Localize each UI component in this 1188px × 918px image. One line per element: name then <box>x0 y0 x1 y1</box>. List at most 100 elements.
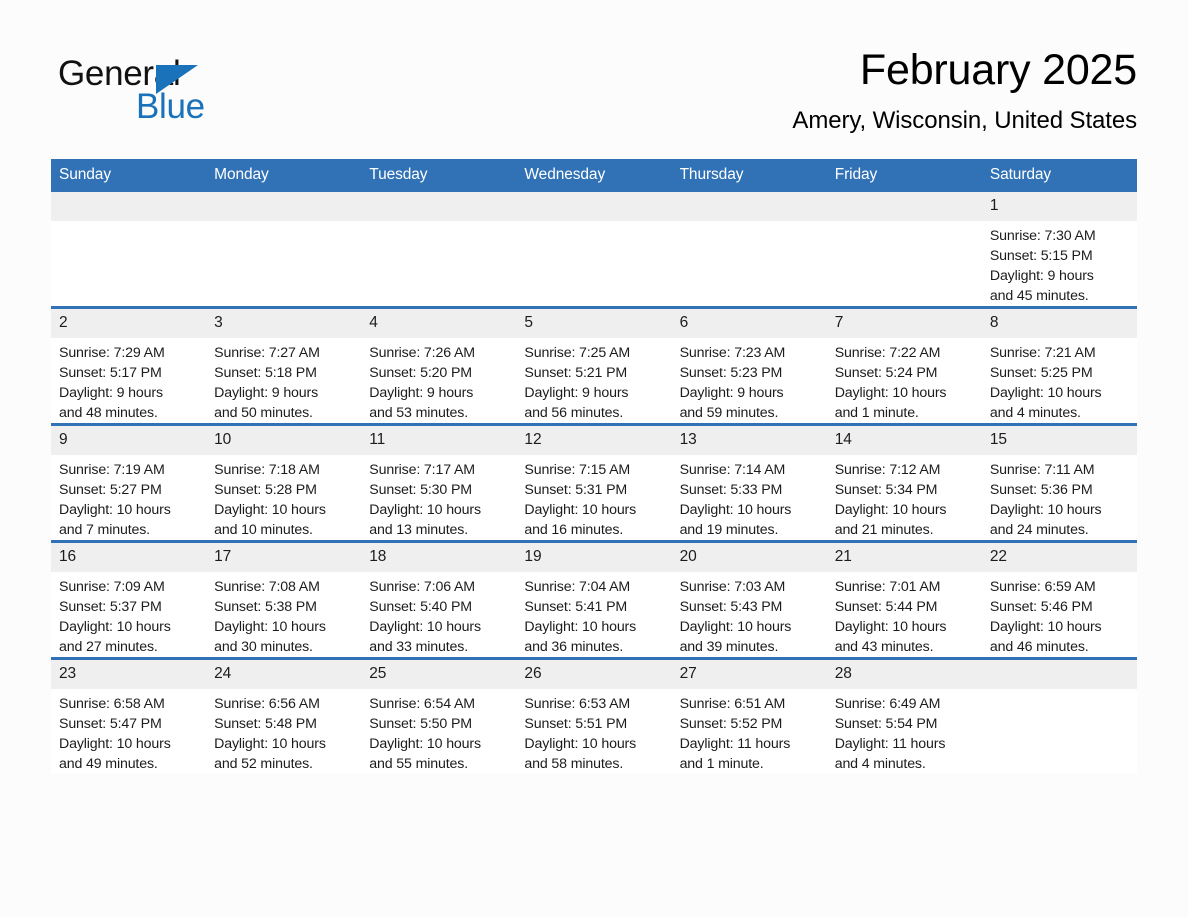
day-details: Sunrise: 7:22 AM Sunset: 5:24 PM Dayligh… <box>827 338 982 423</box>
sunset-text: Sunset: 5:41 PM <box>524 599 628 615</box>
day-cell[interactable]: 15 Sunrise: 7:11 AM Sunset: 5:36 PM Dayl… <box>981 423 1137 542</box>
sunrise-text: Sunrise: 7:08 AM <box>214 579 320 595</box>
day-number: 14 <box>826 426 982 455</box>
daylight-text: Daylight: 10 hours <box>834 619 947 635</box>
daylight-text-cont: and 36 minutes. <box>524 639 624 655</box>
day-number: 18 <box>361 543 517 572</box>
day-number: 16 <box>51 543 207 572</box>
sunrise-text: Sunrise: 7:27 AM <box>214 345 320 361</box>
daylight-text: Daylight: 10 hours <box>989 619 1102 635</box>
day-cell[interactable]: 17 Sunrise: 7:08 AM Sunset: 5:38 PM Dayl… <box>206 540 362 659</box>
day-cell[interactable] <box>51 192 207 308</box>
day-cell[interactable]: 26 Sunrise: 6:53 AM Sunset: 5:51 PM Dayl… <box>516 657 672 774</box>
day-cell[interactable]: 1 Sunrise: 7:30 AM Sunset: 5:15 PM Dayli… <box>981 192 1137 308</box>
day-cell[interactable]: 14 Sunrise: 7:12 AM Sunset: 5:34 PM Dayl… <box>826 423 982 542</box>
daylight-text-cont: and 21 minutes. <box>834 522 934 538</box>
daylight-text-cont: and 1 minute. <box>834 405 919 421</box>
sunset-text: Sunset: 5:38 PM <box>214 599 317 615</box>
day-cell[interactable]: 25 Sunrise: 6:54 AM Sunset: 5:50 PM Dayl… <box>361 657 517 774</box>
day-cell[interactable]: 7 Sunrise: 7:22 AM Sunset: 5:24 PM Dayli… <box>826 306 982 425</box>
weekday-header-sunday: Sunday <box>51 159 207 192</box>
sunset-text: Sunset: 5:23 PM <box>679 365 783 381</box>
day-cell[interactable]: 28 Sunrise: 6:49 AM Sunset: 5:54 PM Dayl… <box>826 657 982 774</box>
daylight-text-cont: and 7 minutes. <box>59 522 150 538</box>
daylight-text: Daylight: 10 hours <box>369 619 481 635</box>
day-number: 3 <box>206 309 362 338</box>
day-details: Sunrise: 7:25 AM Sunset: 5:21 PM Dayligh… <box>516 338 671 423</box>
day-details: Sunrise: 7:06 AM Sunset: 5:40 PM Dayligh… <box>361 572 516 657</box>
day-number <box>516 192 672 221</box>
daylight-text: Daylight: 10 hours <box>214 502 326 518</box>
daylight-text-cont: and 33 minutes. <box>369 639 468 655</box>
day-cell[interactable]: 2 Sunrise: 7:29 AM Sunset: 5:17 PM Dayli… <box>51 306 207 425</box>
daylight-text: Daylight: 10 hours <box>679 619 792 635</box>
sunset-text: Sunset: 5:36 PM <box>989 482 1093 498</box>
day-cell[interactable]: 5 Sunrise: 7:25 AM Sunset: 5:21 PM Dayli… <box>516 306 672 425</box>
day-cell[interactable]: 8 Sunrise: 7:21 AM Sunset: 5:25 PM Dayli… <box>981 306 1137 425</box>
weekday-header-saturday: Saturday <box>981 159 1137 192</box>
daylight-text-cont: and 1 minute. <box>679 756 764 772</box>
day-cell[interactable]: 4 Sunrise: 7:26 AM Sunset: 5:20 PM Dayli… <box>361 306 517 425</box>
daylight-text-cont: and 43 minutes. <box>834 639 934 655</box>
sunrise-text: Sunrise: 7:06 AM <box>369 579 475 595</box>
day-details: Sunrise: 7:27 AM Sunset: 5:18 PM Dayligh… <box>206 338 361 423</box>
day-number: 8 <box>981 309 1137 338</box>
day-details <box>361 221 516 226</box>
day-cell[interactable]: 11 Sunrise: 7:17 AM Sunset: 5:30 PM Dayl… <box>361 423 517 542</box>
sunrise-text: Sunrise: 7:12 AM <box>834 462 941 478</box>
day-number: 10 <box>206 426 362 455</box>
day-details: Sunrise: 7:26 AM Sunset: 5:20 PM Dayligh… <box>361 338 516 423</box>
day-cell[interactable]: 18 Sunrise: 7:06 AM Sunset: 5:40 PM Dayl… <box>361 540 517 659</box>
sunset-text: Sunset: 5:25 PM <box>989 365 1093 381</box>
day-cell[interactable] <box>671 192 827 308</box>
day-cell[interactable]: 19 Sunrise: 7:04 AM Sunset: 5:41 PM Dayl… <box>516 540 672 659</box>
sunrise-text: Sunrise: 6:51 AM <box>679 696 786 712</box>
day-cell[interactable]: 27 Sunrise: 6:51 AM Sunset: 5:52 PM Dayl… <box>671 657 827 774</box>
sunrise-text: Sunrise: 7:29 AM <box>59 345 165 361</box>
day-cell[interactable] <box>981 657 1137 774</box>
day-details: Sunrise: 7:08 AM Sunset: 5:38 PM Dayligh… <box>206 572 361 657</box>
sunrise-text: Sunrise: 7:15 AM <box>524 462 631 478</box>
sunrise-text: Sunrise: 7:18 AM <box>214 462 320 478</box>
sunset-text: Sunset: 5:21 PM <box>524 365 628 381</box>
day-cell[interactable]: 23 Sunrise: 6:58 AM Sunset: 5:47 PM Dayl… <box>51 657 207 774</box>
sunrise-text: Sunrise: 7:11 AM <box>989 462 1095 478</box>
daylight-text: Daylight: 10 hours <box>59 619 171 635</box>
day-number: 13 <box>671 426 827 455</box>
daylight-text: Daylight: 9 hours <box>369 385 474 401</box>
sunrise-text: Sunrise: 7:30 AM <box>989 228 1096 244</box>
daylight-text-cont: and 19 minutes. <box>679 522 779 538</box>
day-number: 19 <box>516 543 672 572</box>
daylight-text: Daylight: 9 hours <box>524 385 629 401</box>
day-cell[interactable]: 10 Sunrise: 7:18 AM Sunset: 5:28 PM Dayl… <box>206 423 362 542</box>
daylight-text-cont: and 10 minutes. <box>214 522 313 538</box>
sunset-text: Sunset: 5:33 PM <box>679 482 783 498</box>
day-details: Sunrise: 6:53 AM Sunset: 5:51 PM Dayligh… <box>516 689 671 774</box>
day-cell[interactable] <box>826 192 982 308</box>
day-details: Sunrise: 7:03 AM Sunset: 5:43 PM Dayligh… <box>672 572 827 657</box>
day-details: Sunrise: 7:29 AM Sunset: 5:17 PM Dayligh… <box>51 338 206 423</box>
day-cell[interactable] <box>206 192 362 308</box>
day-number: 21 <box>826 543 982 572</box>
title-block: February 2025 Amery, Wisconsin, United S… <box>437 44 1137 136</box>
sunrise-text: Sunrise: 6:58 AM <box>59 696 165 712</box>
sunset-text: Sunset: 5:27 PM <box>59 482 162 498</box>
daylight-text: Daylight: 10 hours <box>369 502 481 518</box>
day-details <box>206 221 361 226</box>
day-cell[interactable]: 13 Sunrise: 7:14 AM Sunset: 5:33 PM Dayl… <box>671 423 827 542</box>
day-cell[interactable]: 21 Sunrise: 7:01 AM Sunset: 5:44 PM Dayl… <box>826 540 982 659</box>
day-number: 22 <box>981 543 1137 572</box>
day-cell[interactable]: 22 Sunrise: 6:59 AM Sunset: 5:46 PM Dayl… <box>981 540 1137 659</box>
day-cell[interactable] <box>516 192 672 308</box>
day-cell[interactable]: 24 Sunrise: 6:56 AM Sunset: 5:48 PM Dayl… <box>206 657 362 774</box>
day-cell[interactable]: 12 Sunrise: 7:15 AM Sunset: 5:31 PM Dayl… <box>516 423 672 542</box>
day-cell[interactable]: 9 Sunrise: 7:19 AM Sunset: 5:27 PM Dayli… <box>51 423 207 542</box>
day-number: 2 <box>51 309 207 338</box>
day-cell[interactable] <box>361 192 517 308</box>
day-cell[interactable]: 20 Sunrise: 7:03 AM Sunset: 5:43 PM Dayl… <box>671 540 827 659</box>
day-cell[interactable]: 3 Sunrise: 7:27 AM Sunset: 5:18 PM Dayli… <box>206 306 362 425</box>
day-cell[interactable]: 6 Sunrise: 7:23 AM Sunset: 5:23 PM Dayli… <box>671 306 827 425</box>
day-cell[interactable]: 16 Sunrise: 7:09 AM Sunset: 5:37 PM Dayl… <box>51 540 207 659</box>
sunset-text: Sunset: 5:24 PM <box>834 365 938 381</box>
sunrise-text: Sunrise: 6:54 AM <box>369 696 475 712</box>
